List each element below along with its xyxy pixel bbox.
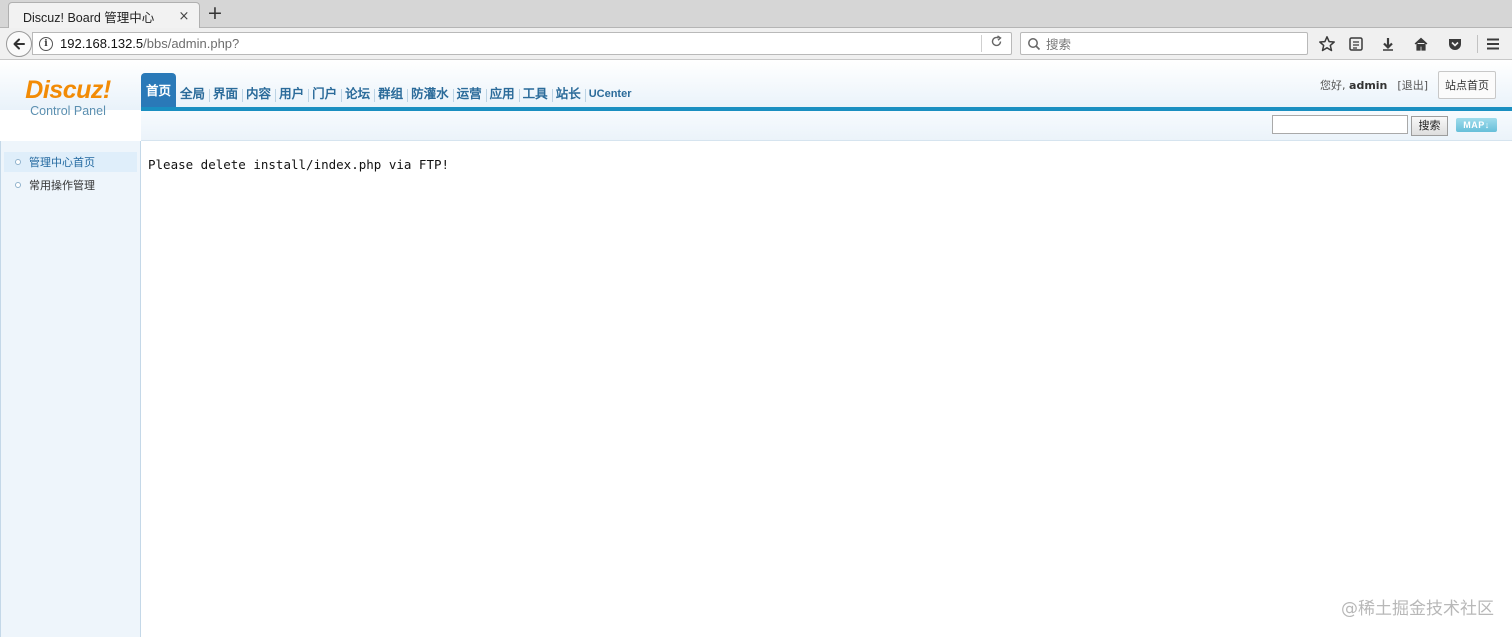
- menu-hamburger-icon[interactable]: [1483, 34, 1503, 54]
- site-info-icon[interactable]: i: [39, 36, 53, 51]
- bullet-icon: [15, 159, 21, 165]
- admin-search-bar: 搜索 MAP↓: [141, 111, 1512, 141]
- bookmark-star-icon[interactable]: [1317, 34, 1337, 54]
- nav-tab-tools[interactable]: 工具: [518, 80, 552, 108]
- url-divider: [981, 35, 982, 52]
- bullet-icon: [15, 182, 21, 188]
- watermark: @稀土掘金技术社区: [1341, 599, 1494, 619]
- browser-nav-bar: i 192.168.132.5/bbs/admin.php? 搜索: [0, 28, 1512, 60]
- nav-tab-users[interactable]: 用户: [275, 80, 308, 108]
- map-button[interactable]: MAP↓: [1456, 118, 1497, 132]
- main-message: Please delete install/index.php via FTP!: [148, 157, 450, 172]
- back-button[interactable]: [6, 31, 32, 57]
- discuz-logo[interactable]: Discuz! Control Panel: [0, 61, 136, 118]
- url-bar[interactable]: i 192.168.132.5/bbs/admin.php?: [32, 32, 1012, 55]
- nav-tab-groups[interactable]: 群组: [374, 80, 407, 108]
- nav-tab-forum[interactable]: 论坛: [341, 80, 374, 108]
- header-user-area: 您好, admin [退出] 站点首页: [1320, 71, 1496, 99]
- search-placeholder: 搜索: [1046, 37, 1072, 52]
- sidebar-item-admin-home[interactable]: 管理中心首页: [4, 152, 137, 172]
- nav-tab-home[interactable]: 首页: [141, 73, 177, 108]
- greeting-prefix: 您好,: [1320, 79, 1346, 92]
- nav-tab-interface[interactable]: 界面: [209, 80, 242, 108]
- download-icon[interactable]: [1378, 34, 1398, 54]
- close-tab-icon[interactable]: ×: [177, 9, 191, 24]
- home-icon[interactable]: [1411, 34, 1431, 54]
- nav-tab-portal[interactable]: 门户: [308, 80, 341, 108]
- logo-main-text: Discuz!: [25, 76, 111, 104]
- browser-tab-bar: Discuz! Board 管理中心 × +: [0, 0, 1512, 29]
- logout-link[interactable]: [退出]: [1397, 77, 1428, 93]
- user-greeting: 您好, admin: [1320, 77, 1387, 93]
- nav-tab-content[interactable]: 内容: [242, 80, 275, 108]
- browser-search-bar[interactable]: 搜索: [1020, 32, 1308, 55]
- site-home-button[interactable]: 站点首页: [1438, 71, 1496, 99]
- sidebar: 管理中心首页 常用操作管理: [0, 141, 141, 637]
- main-nav: 首页 全局 界面 内容 用户 门户 论坛 群组 防灌水 运营 应用 工具 站长 …: [141, 73, 636, 108]
- pocket-icon[interactable]: [1445, 34, 1465, 54]
- logo-sub-text: Control Panel: [30, 104, 106, 118]
- admin-search-button[interactable]: 搜索: [1411, 116, 1448, 136]
- username: admin: [1349, 79, 1388, 92]
- nav-tab-ucenter[interactable]: UCenter: [584, 80, 636, 108]
- admin-header: Discuz! Control Panel 首页 全局 界面 内容 用户 门户 …: [0, 61, 1512, 118]
- reload-icon[interactable]: [987, 34, 1005, 53]
- nav-tab-operations[interactable]: 运营: [452, 80, 486, 108]
- browser-tab[interactable]: Discuz! Board 管理中心 ×: [8, 2, 200, 29]
- reading-list-icon[interactable]: [1346, 34, 1366, 54]
- map-label: MAP: [1463, 120, 1485, 130]
- url-host: 192.168.132.5: [60, 36, 144, 51]
- toolbar-divider: [1477, 35, 1478, 53]
- sidebar-item-common-ops[interactable]: 常用操作管理: [4, 175, 137, 195]
- nav-tab-anti-spam[interactable]: 防灌水: [407, 80, 453, 108]
- map-arrow-icon: ↓: [1484, 120, 1490, 130]
- back-arrow-icon: [13, 38, 25, 50]
- sidebar-item-label: 常用操作管理: [29, 179, 95, 192]
- nav-tab-global[interactable]: 全局: [176, 80, 209, 108]
- nav-tab-webmaster[interactable]: 站长: [551, 80, 585, 108]
- url-text[interactable]: 192.168.132.5/bbs/admin.php?: [60, 36, 981, 51]
- new-tab-button[interactable]: +: [204, 3, 226, 25]
- search-icon: [1028, 37, 1041, 50]
- sidebar-item-label: 管理中心首页: [29, 156, 95, 169]
- admin-search-input[interactable]: [1272, 115, 1408, 134]
- main-content: Please delete install/index.php via FTP!: [142, 142, 1512, 637]
- nav-tab-apps[interactable]: 应用: [485, 80, 519, 108]
- reload-arrow-icon: [991, 34, 1002, 46]
- browser-tab-title: Discuz! Board 管理中心: [23, 10, 155, 25]
- url-path: /bbs/admin.php?: [143, 36, 240, 51]
